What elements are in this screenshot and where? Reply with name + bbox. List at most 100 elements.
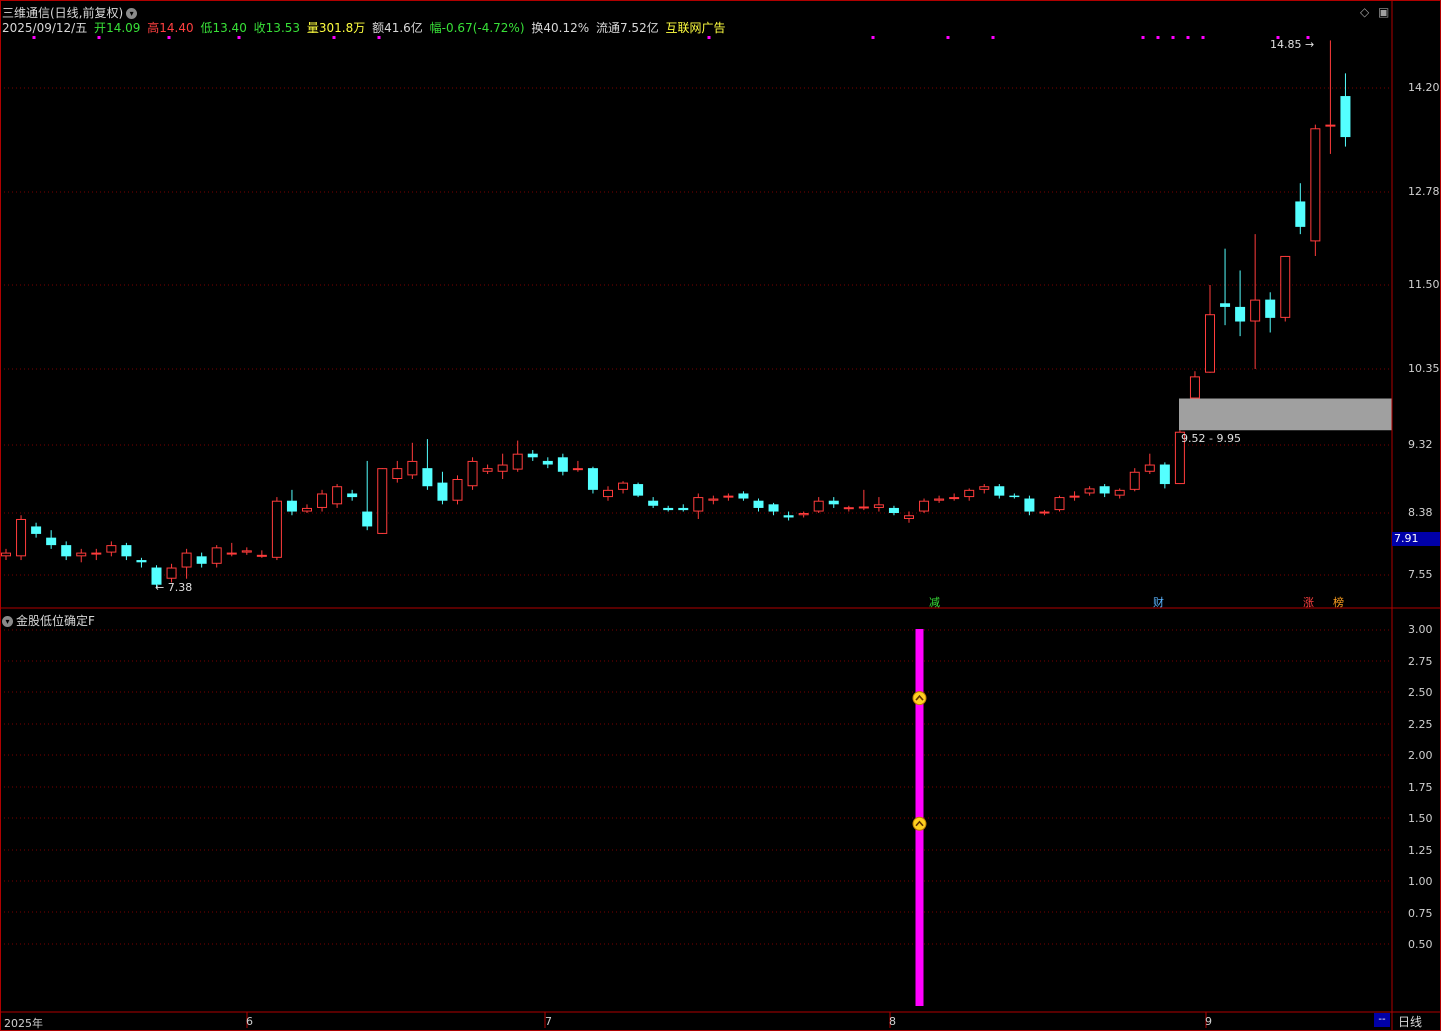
candle-body	[587, 468, 598, 490]
candle	[708, 495, 719, 505]
candle-body	[1205, 314, 1215, 373]
candle-body	[347, 493, 358, 498]
candle	[919, 498, 930, 513]
candle-body	[663, 507, 674, 511]
event-tag-reduce[interactable]: 减	[928, 594, 941, 610]
candle	[979, 484, 990, 494]
turnover-value: 40.12%	[543, 21, 590, 35]
high-label: 高	[147, 21, 160, 35]
candle	[873, 497, 884, 512]
candle-body	[1039, 511, 1050, 514]
candle-body	[76, 552, 87, 557]
candle	[618, 481, 629, 494]
diamond-icon[interactable]: ◇	[1360, 5, 1369, 19]
indicator-tick: 0.75	[1408, 907, 1433, 920]
event-tag-limit-up[interactable]: 涨	[1302, 594, 1315, 610]
candle	[392, 460, 403, 483]
price-grid	[0, 87, 1392, 945]
candle	[587, 466, 598, 494]
signal-dot	[946, 36, 950, 39]
candle	[1265, 292, 1276, 333]
price-tick: 10.35	[1408, 362, 1440, 375]
candle-body	[949, 497, 960, 500]
candle-body	[1265, 299, 1276, 318]
candle-body	[1220, 303, 1231, 307]
scroll-corner-button[interactable]: --	[1374, 1013, 1390, 1027]
candle	[467, 457, 478, 490]
candle	[678, 504, 689, 512]
candle-body	[888, 507, 899, 513]
current-price-badge: 7.91	[1392, 532, 1440, 546]
chevron-down-icon[interactable]: ▾	[126, 8, 138, 19]
float-info: 流通7.52亿	[596, 21, 659, 35]
candle	[332, 484, 343, 508]
maximize-icon[interactable]: ▣	[1378, 5, 1389, 19]
candle-body	[271, 500, 282, 558]
candle	[211, 545, 222, 568]
candle-body	[858, 506, 869, 509]
candle-body	[1054, 497, 1065, 511]
candle	[934, 495, 945, 503]
candle-body	[1189, 376, 1200, 399]
candle	[1340, 73, 1351, 147]
candle-body	[1024, 498, 1035, 512]
candle	[422, 439, 433, 490]
chevron-down-icon[interactable]: ▾	[2, 616, 13, 627]
outer-border	[0, 0, 1441, 1031]
candle	[76, 548, 87, 563]
up-arrow-icon	[912, 816, 927, 831]
candle-body	[964, 489, 975, 498]
candle	[166, 563, 177, 583]
candle-body	[633, 484, 644, 496]
chart-canvas[interactable]	[0, 0, 1441, 1031]
candle-body	[708, 498, 719, 501]
indicator-header[interactable]: ▾ 金股低位确定F	[2, 612, 95, 629]
price-tick: 9.32	[1408, 438, 1433, 451]
candle	[633, 482, 644, 498]
change-value: -0.67(-4.72%)	[441, 21, 525, 35]
open-info: 开14.09	[94, 21, 140, 35]
candle-body	[211, 547, 222, 564]
event-tag-finance[interactable]: 财	[1152, 594, 1165, 610]
candle-body	[1159, 464, 1170, 485]
candle-body	[286, 500, 297, 512]
candle	[317, 489, 328, 512]
candle	[768, 502, 779, 516]
indicator-tick: 0.50	[1408, 938, 1433, 951]
candle	[1069, 491, 1080, 501]
gap-annotation: 9.52 - 9.95	[1181, 432, 1241, 445]
period-button[interactable]: 日线	[1398, 1013, 1422, 1030]
candle	[407, 442, 418, 479]
candle	[798, 511, 809, 518]
candle-body	[166, 567, 177, 579]
candle-body	[302, 507, 312, 512]
stock-title: 三维通信(日线,前复权)	[2, 6, 124, 20]
candle	[46, 530, 57, 549]
candle-body	[873, 504, 884, 508]
candle	[482, 464, 493, 474]
candle-body	[648, 500, 659, 506]
marker-circle	[912, 816, 927, 831]
candle-body	[542, 460, 553, 465]
indicator-tick: 1.00	[1408, 875, 1433, 888]
signal-dot	[707, 36, 711, 39]
event-tag-ranking[interactable]: 榜	[1332, 594, 1345, 610]
close-value: 13.53	[265, 21, 301, 35]
indicator-tick: 1.25	[1408, 844, 1433, 857]
candle-body	[256, 554, 267, 557]
candle-body	[46, 537, 57, 546]
price-tick: 8.38	[1408, 506, 1433, 519]
candle	[843, 505, 854, 512]
industry-link[interactable]: 互联网广告	[666, 21, 726, 35]
candle	[136, 557, 147, 568]
candle	[226, 542, 237, 557]
candle	[813, 497, 824, 513]
candle-body	[1129, 471, 1140, 490]
candle-body	[1325, 124, 1336, 127]
price-tick: 14.20	[1408, 81, 1440, 94]
candle	[362, 460, 373, 531]
candle	[452, 475, 463, 505]
candle-body	[1114, 489, 1125, 496]
candle	[241, 547, 252, 555]
candle-body	[1009, 495, 1020, 498]
